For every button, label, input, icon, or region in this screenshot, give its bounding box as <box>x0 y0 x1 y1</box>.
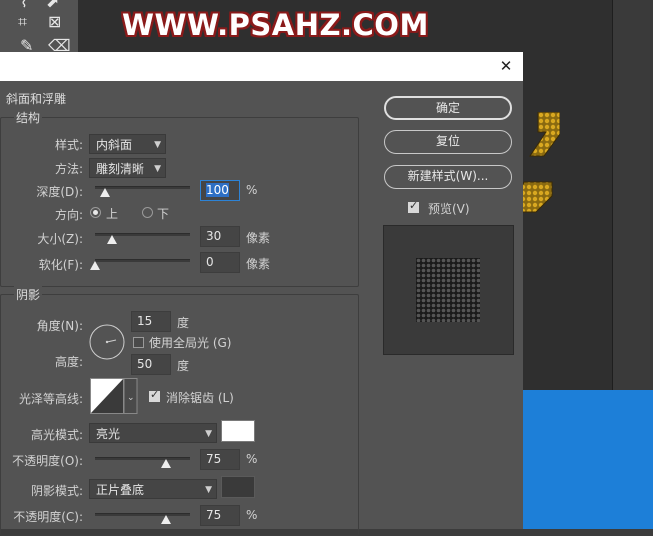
gloss-contour-label: 光泽等高线: <box>18 392 83 406</box>
highlight-opacity-unit: % <box>246 452 258 466</box>
move-icon[interactable]: ⬈ <box>46 0 59 10</box>
soften-slider-track[interactable] <box>95 259 190 262</box>
tools-panel: ⌇ ⬈ ⌗ ⊠ ✎ ⌫ <box>0 0 79 60</box>
ok-button[interactable]: 确定 <box>384 96 512 120</box>
layer-style-dialog: ✕ 斜面和浮雕 结构 样式: 内斜面 ▼ 方法: 雕刻清晰 ▼ 深度(D): 1… <box>0 52 523 536</box>
preview-thumbnail <box>416 258 480 322</box>
altitude-input[interactable]: 50 <box>131 354 171 375</box>
style-preview <box>383 225 514 355</box>
anti-alias-label: 消除锯齿 (L) <box>166 391 234 405</box>
shading-title: 阴影 <box>14 286 43 303</box>
right-panel <box>612 0 653 395</box>
shadow-opacity-label: 不透明度(C): <box>13 510 83 524</box>
frame-icon[interactable]: ⊠ <box>48 14 61 30</box>
technique-value: 雕刻清晰 <box>96 162 145 176</box>
highlight-opacity-thumb[interactable] <box>161 459 172 468</box>
global-light-label: 使用全局光 (G) <box>149 336 232 350</box>
gloss-contour-picker[interactable]: ⌄ <box>90 378 138 414</box>
direction-down-label: 下 <box>157 207 170 221</box>
chevron-down-icon: ▼ <box>154 164 161 174</box>
depth-slider-thumb[interactable] <box>99 188 110 197</box>
technique-dropdown[interactable]: 雕刻清晰 ▼ <box>89 158 166 178</box>
depth-label: 深度(D): <box>36 185 83 199</box>
dialog-titlebar: ✕ <box>0 52 523 81</box>
soften-label: 软化(F): <box>38 258 83 272</box>
lasso-icon[interactable]: ⌇ <box>20 0 28 10</box>
preview-checkbox[interactable] <box>408 199 419 213</box>
shadow-mode-label: 阴影模式: <box>30 484 83 498</box>
svg-text:⌄: ⌄ <box>127 393 135 403</box>
style-dropdown[interactable]: 内斜面 ▼ <box>89 134 166 154</box>
chevron-down-icon: ▼ <box>205 485 212 495</box>
structure-title: 结构 <box>14 109 43 126</box>
anti-alias-checkbox[interactable] <box>149 388 160 402</box>
shadow-mode-value: 正片叠底 <box>96 483 145 497</box>
size-unit: 像素 <box>246 231 271 245</box>
angle-label: 角度(N): <box>36 319 83 333</box>
soften-input[interactable]: 0 <box>200 252 240 273</box>
direction-down-radio[interactable] <box>142 207 153 218</box>
preview-label: 预览(V) <box>428 202 470 216</box>
new-style-button[interactable]: 新建样式(W)... <box>384 165 512 189</box>
size-label: 大小(Z): <box>37 232 83 246</box>
highlight-mode-value: 亮光 <box>96 427 121 441</box>
soften-unit: 像素 <box>246 257 271 271</box>
shadow-opacity-track[interactable] <box>95 513 190 516</box>
altitude-label: 高度: <box>54 355 83 369</box>
chevron-down-icon: ▼ <box>154 140 161 150</box>
angle-unit: 度 <box>177 316 190 330</box>
depth-input[interactable]: 100 <box>200 180 240 201</box>
altitude-unit: 度 <box>177 359 190 373</box>
size-input[interactable]: 30 <box>200 226 240 247</box>
style-value: 内斜面 <box>96 138 133 152</box>
size-slider-thumb[interactable] <box>107 235 118 244</box>
shadow-opacity-input[interactable]: 75 <box>200 505 240 526</box>
direction-up-radio[interactable] <box>90 207 101 218</box>
shadow-color-swatch[interactable] <box>221 476 255 498</box>
highlight-color-swatch[interactable] <box>221 420 255 442</box>
highlight-opacity-track[interactable] <box>95 457 190 460</box>
global-light-checkbox[interactable] <box>133 337 144 348</box>
reset-button[interactable]: 复位 <box>384 130 512 154</box>
angle-input[interactable]: 15 <box>131 311 171 332</box>
shadow-opacity-unit: % <box>246 508 258 522</box>
crop-icon[interactable]: ⌗ <box>18 14 27 30</box>
desktop-background <box>523 390 653 529</box>
technique-label: 方法: <box>54 162 83 176</box>
banner-text: WWW.PSAHZ.COM <box>122 8 429 42</box>
highlight-opacity-label: 不透明度(O): <box>12 454 83 468</box>
shadow-mode-dropdown[interactable]: 正片叠底 ▼ <box>89 479 217 499</box>
shadow-opacity-thumb[interactable] <box>161 515 172 524</box>
soften-slider-thumb[interactable] <box>90 261 100 270</box>
depth-unit: % <box>246 183 258 197</box>
highlight-opacity-input[interactable]: 75 <box>200 449 240 470</box>
chevron-down-icon: ▼ <box>205 429 212 439</box>
angle-dial[interactable] <box>89 324 125 360</box>
close-icon[interactable]: ✕ <box>497 57 515 75</box>
highlight-mode-label: 高光模式: <box>30 428 83 442</box>
direction-label: 方向: <box>54 208 83 222</box>
section-title: 斜面和浮雕 <box>6 92 67 106</box>
direction-up-label: 上 <box>106 207 119 221</box>
style-label: 样式: <box>54 138 83 152</box>
highlight-mode-dropdown[interactable]: 亮光 ▼ <box>89 423 217 443</box>
